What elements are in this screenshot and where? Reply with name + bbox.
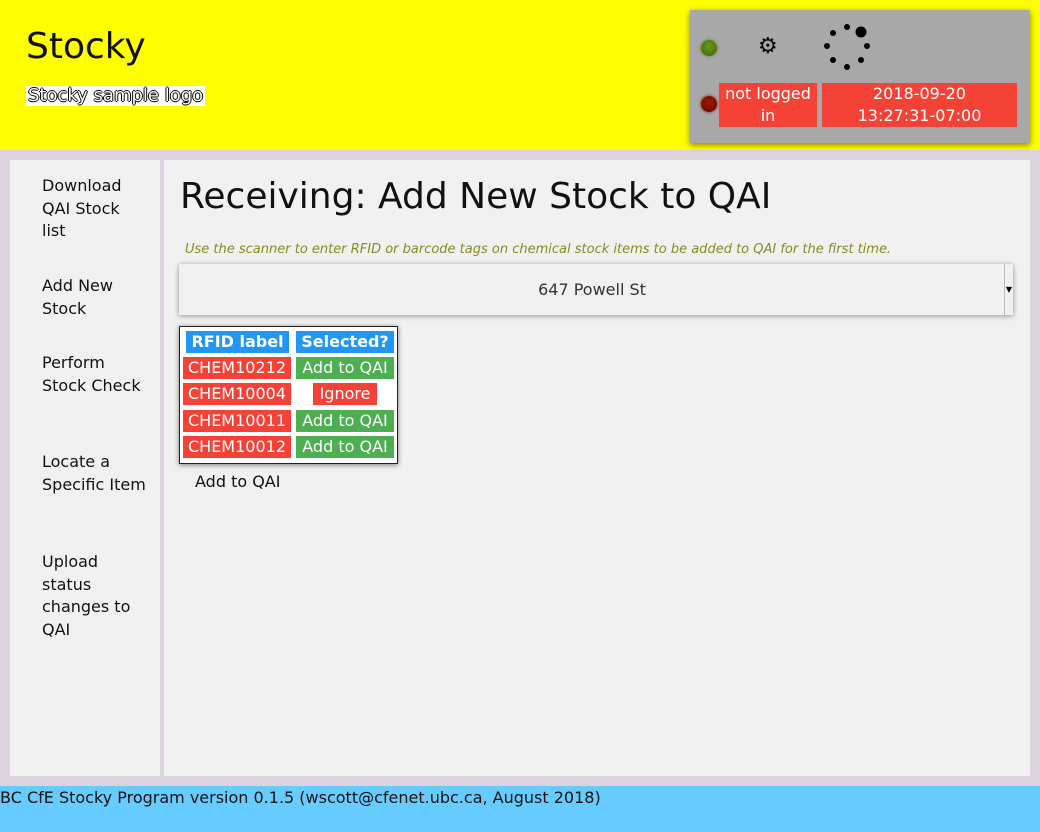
action-button[interactable]: Ignore — [313, 383, 377, 405]
datetime-display: 2018-09-20 13:27:31-07:00 — [822, 83, 1017, 127]
green-led-icon — [701, 40, 717, 56]
footer-text: BC CfE Stocky Program version 0.1.5 (wsc… — [0, 788, 601, 807]
column-header-rfid: RFID label — [186, 331, 289, 353]
page-title: Receiving: Add New Stock to QAI — [180, 176, 772, 217]
date-text: 2018-09-20 — [873, 84, 966, 103]
rfid-cell: CHEM10012 — [183, 436, 291, 458]
sidebar-item-download[interactable]: Download QAI Stock list — [42, 175, 147, 243]
sidebar-item-locate-item[interactable]: Locate a Specific Item — [42, 451, 147, 496]
logo: Stocky sample logo — [26, 85, 206, 106]
column-header-selected: Selected? — [296, 331, 394, 353]
login-status[interactable]: not logged in — [719, 83, 817, 127]
sidebar-item-stock-check[interactable]: Perform Stock Check — [42, 352, 147, 397]
action-button[interactable]: Add to QAI — [296, 357, 394, 379]
main-content: Receiving: Add New Stock to QAI Use the … — [164, 160, 1030, 776]
time-text: 13:27:31-07:00 — [857, 106, 982, 125]
rfid-cell: CHEM10011 — [183, 410, 291, 432]
location-select[interactable]: 647 Powell St ▼ — [179, 264, 1013, 315]
footer: BC CfE Stocky Program version 0.1.5 (wsc… — [0, 786, 1040, 832]
rfid-table: RFID label Selected? CHEM10212 Add to QA… — [179, 326, 398, 464]
sidebar-item-add-new-stock[interactable]: Add New Stock — [42, 275, 147, 320]
chevron-down-icon[interactable]: ▼ — [1004, 264, 1013, 315]
action-button[interactable]: Add to QAI — [296, 410, 394, 432]
gear-icon[interactable]: ⚙ — [758, 36, 778, 58]
add-to-qai-button[interactable]: Add to QAI — [195, 472, 280, 491]
sidebar-item-upload[interactable]: Upload status changes to QAI — [42, 551, 147, 641]
app-title: Stocky — [26, 26, 146, 67]
red-led-icon — [701, 96, 717, 112]
app-header: Stocky Stocky sample logo ⚙ not logged i… — [0, 0, 1040, 150]
status-panel: ⚙ not logged in 2018-09-20 13:27:31-07:0… — [690, 10, 1030, 143]
spinner-icon — [824, 24, 870, 70]
rfid-cell: CHEM10212 — [183, 357, 291, 379]
location-value: 647 Powell St — [538, 280, 646, 299]
action-button[interactable]: Add to QAI — [296, 436, 394, 458]
rfid-cell: CHEM10004 — [183, 383, 291, 405]
sidebar: Download QAI Stock list Add New Stock Pe… — [10, 160, 160, 776]
instructions-text: Use the scanner to enter RFID or barcode… — [185, 242, 892, 257]
